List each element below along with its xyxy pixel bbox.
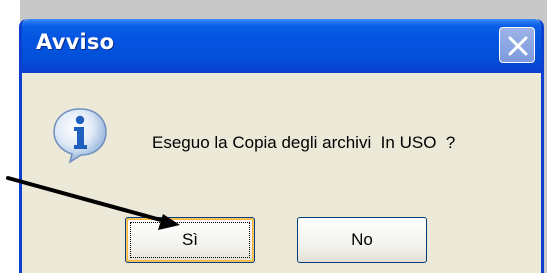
title-bar[interactable]: Avviso (22, 19, 541, 73)
dialog-body: Eseguo la Copia degli archivi In USO ? S… (22, 73, 541, 273)
no-button-label: No (351, 230, 373, 249)
yes-button[interactable]: Sì (125, 217, 255, 263)
information-icon (53, 108, 107, 164)
close-button[interactable] (499, 27, 535, 63)
screenshot: Avviso Eseguo la Copia degli archivi In … (0, 0, 547, 273)
dialog-message: Eseguo la Copia degli archivi In USO ? (152, 133, 456, 152)
message-dialog: Avviso Eseguo la Copia degli archivi In … (19, 19, 544, 273)
no-button[interactable]: No (297, 217, 427, 263)
focus-ring (130, 222, 250, 258)
close-icon (508, 36, 528, 56)
dialog-title: Avviso (36, 30, 115, 54)
